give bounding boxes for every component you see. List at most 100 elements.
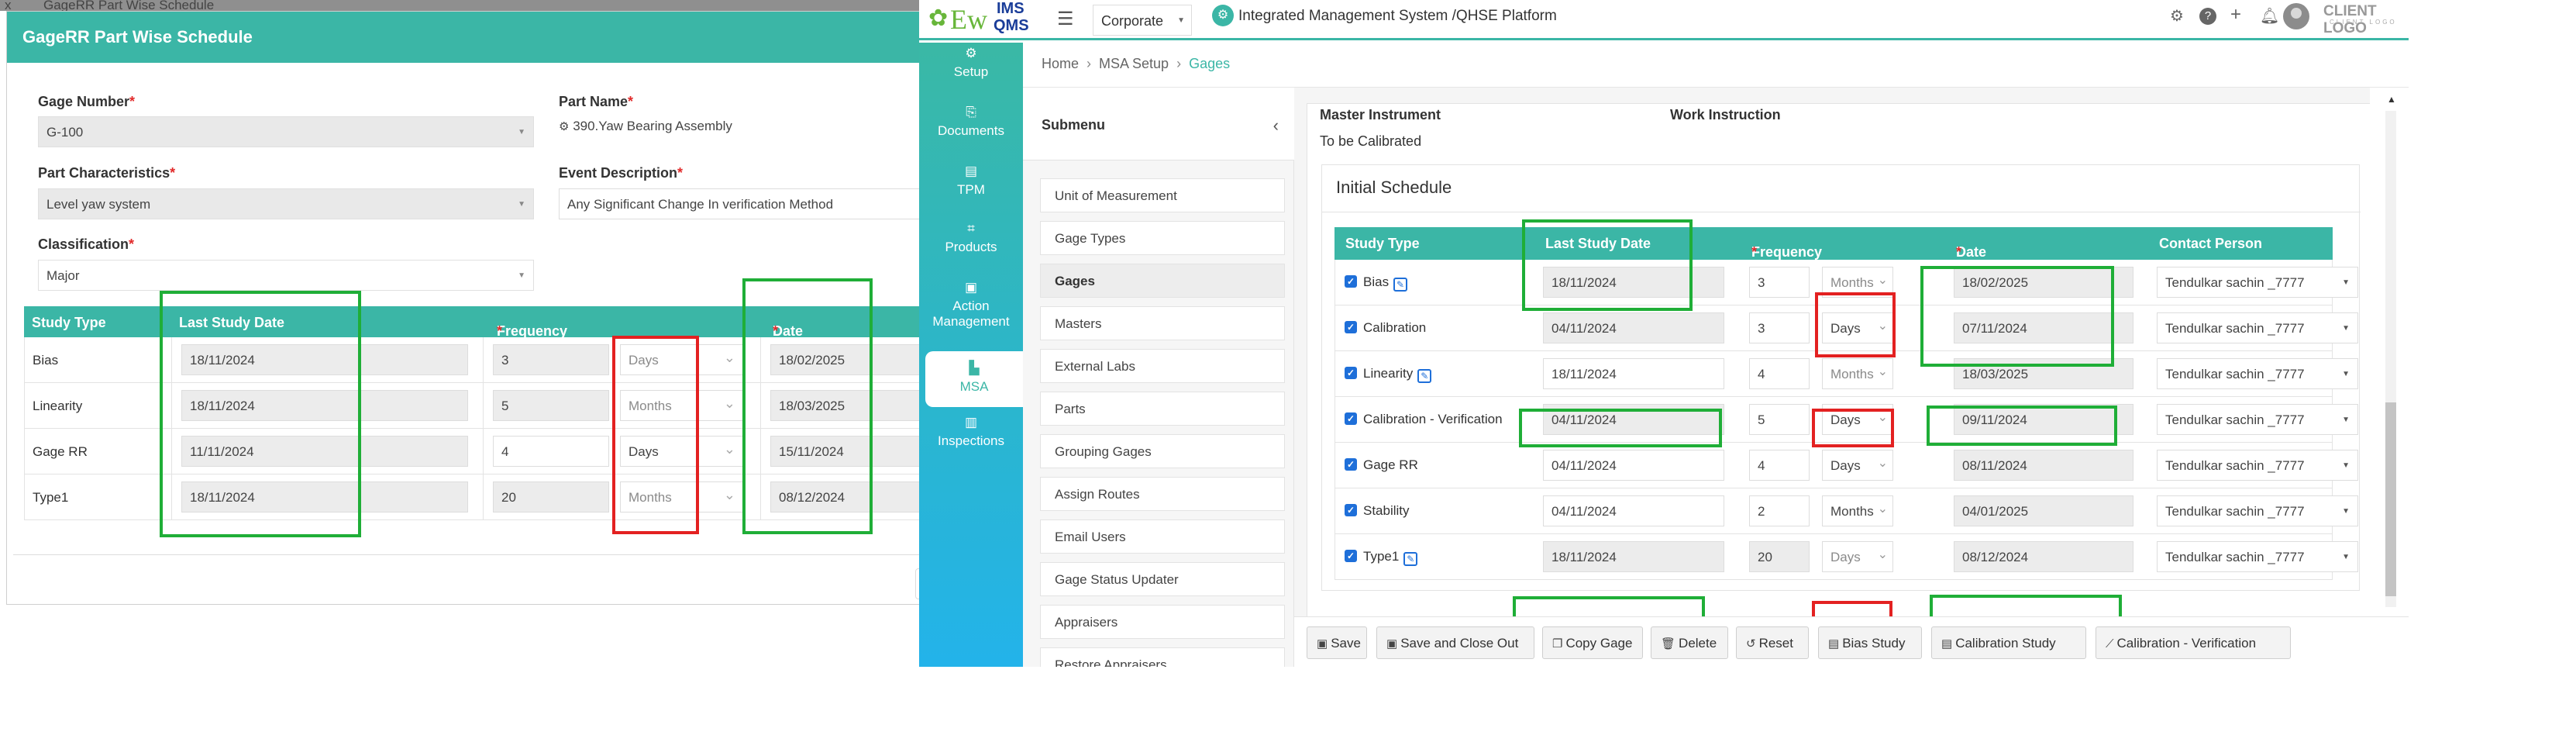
- sidebar-item-products[interactable]: ⌗ Products: [919, 221, 1023, 277]
- submenu-item-external-labs[interactable]: External Labs: [1040, 349, 1285, 383]
- calibration-verification-button[interactable]: ⟋ Calibration - Verification: [2096, 626, 2291, 659]
- classification-select[interactable]: Major ▼: [38, 260, 534, 291]
- contact-person-select[interactable]: Tendulkar sachin _7777 ▼: [2157, 267, 2358, 298]
- submenu-item-assign-routes[interactable]: Assign Routes: [1040, 477, 1285, 511]
- submenu-item-restore-appraisers[interactable]: Restore Appraisers: [1040, 647, 1285, 667]
- submenu-item-gage-types[interactable]: Gage Types: [1040, 221, 1285, 255]
- bias-study-button[interactable]: ▤ Bias Study: [1818, 626, 1922, 659]
- calibration-study-button[interactable]: ▤ Calibration Study: [1931, 626, 2086, 659]
- checkbox[interactable]: ✓: [1345, 458, 1357, 471]
- company-select[interactable]: Corporate ▼: [1093, 5, 1192, 36]
- gear-icon[interactable]: ⚙: [2170, 6, 2184, 26]
- frequency-input[interactable]: 4: [1749, 450, 1810, 481]
- logo-ew: Ew: [950, 4, 987, 35]
- part-characteristics-select[interactable]: Level yaw system ▼: [38, 188, 534, 219]
- initial-schedule-section: Initial Schedule Study Type Last Study D…: [1321, 164, 2361, 652]
- frequency-input[interactable]: 3: [493, 344, 609, 375]
- study-type: Bias ✎: [1363, 274, 1408, 292]
- frequency-input[interactable]: 3: [1749, 267, 1810, 298]
- submenu-item-gages[interactable]: Gages: [1040, 264, 1285, 298]
- delete-button[interactable]: 🗑︎ Delete: [1651, 626, 1728, 659]
- frequency-input[interactable]: 2: [1749, 495, 1810, 526]
- study-type: Type1: [33, 490, 69, 505]
- contact-person-select[interactable]: Tendulkar sachin _7777 ▼: [2157, 450, 2358, 481]
- last-study-date-input[interactable]: 18/11/2024: [1543, 358, 1724, 389]
- submenu-item-unit-of-measurement[interactable]: Unit of Measurement: [1040, 178, 1285, 212]
- reset-button[interactable]: ↺ Reset: [1736, 626, 1809, 659]
- last-study-date-input[interactable]: 18/11/2024: [1543, 541, 1724, 572]
- frequency-unit-select[interactable]: Days ⌄: [1822, 450, 1893, 481]
- action-icon: ▣: [964, 280, 978, 295]
- scrollbar-thumb[interactable]: [2385, 402, 2396, 596]
- frequency-input[interactable]: 5: [493, 390, 609, 421]
- last-study-date-input[interactable]: 04/11/2024: [1543, 495, 1724, 526]
- frequency-input[interactable]: 20: [1749, 541, 1810, 572]
- sidebar-item-action-management[interactable]: ▣ Action Management: [919, 280, 1023, 357]
- frequency-unit-select[interactable]: Months ⌄: [1822, 358, 1893, 389]
- frequency-input[interactable]: 4: [493, 436, 609, 467]
- edit-icon[interactable]: ✎: [1417, 369, 1432, 383]
- chevron-down-icon: ⌄: [1877, 548, 1888, 561]
- checkbox[interactable]: ✓: [1345, 321, 1357, 333]
- gagerr-part-wise-schedule-modal: GageRR Part Wise Schedule Gage Number* G…: [6, 11, 949, 605]
- sidebar-item-inspections[interactable]: ▥ Inspections: [919, 415, 1023, 471]
- edit-icon[interactable]: ✎: [1393, 278, 1408, 292]
- logo-qms: QMS: [994, 17, 1029, 34]
- date-input[interactable]: 08/12/2024: [1954, 541, 2133, 572]
- save-button[interactable]: ▣ Save: [1307, 626, 1367, 659]
- ewqms-logo[interactable]: ✿ Ew IMS QMS: [927, 0, 1035, 37]
- submenu-item-email-users[interactable]: Email Users: [1040, 519, 1285, 554]
- breadcrumb-home[interactable]: Home: [1042, 56, 1079, 71]
- submenu-item-gage-status-updater[interactable]: Gage Status Updater: [1040, 562, 1285, 596]
- checkbox[interactable]: ✓: [1345, 367, 1357, 379]
- contact-person-select[interactable]: Tendulkar sachin _7777 ▼: [2157, 358, 2358, 389]
- gears-icon: ⚙: [965, 46, 977, 60]
- chevron-down-icon: ▼: [2342, 553, 2350, 561]
- breadcrumb-msa-setup[interactable]: MSA Setup: [1099, 56, 1169, 71]
- contact-person-select[interactable]: Tendulkar sachin _7777 ▼: [2157, 312, 2358, 343]
- sidebar-item-setup[interactable]: ⚙ Setup: [919, 46, 1023, 102]
- checkbox[interactable]: ✓: [1345, 275, 1357, 288]
- chevron-left-icon[interactable]: ‹: [1273, 116, 1279, 136]
- frequency-unit-select[interactable]: Months ⌄: [1822, 495, 1893, 526]
- sidebar-item-documents[interactable]: ⎘ Documents: [919, 105, 1023, 160]
- checkbox[interactable]: ✓: [1345, 504, 1357, 516]
- frequency-unit-select[interactable]: Days ⌄: [1822, 541, 1893, 572]
- gage-number-select[interactable]: G-100 ▼: [38, 116, 534, 147]
- platform-title: Integrated Management System /QHSE Platf…: [1238, 8, 1557, 24]
- last-study-date-input[interactable]: 04/11/2024: [1543, 312, 1724, 343]
- submenu-item-appraisers[interactable]: Appraisers: [1040, 605, 1285, 639]
- hamburger-menu-icon[interactable]: ☰: [1057, 8, 1074, 30]
- frequency-input[interactable]: 4: [1749, 358, 1810, 389]
- sidebar-item-tpm[interactable]: ▤ TPM: [919, 164, 1023, 219]
- sidebar-item-msa[interactable]: ▙ MSA: [925, 351, 1023, 407]
- event-description-input[interactable]: Any Significant Change In verification M…: [559, 188, 946, 219]
- contact-person-select[interactable]: Tendulkar sachin _7777 ▼: [2157, 541, 2358, 572]
- bell-icon[interactable]: 🔔︎: [2260, 6, 2279, 26]
- submenu-item-masters[interactable]: Masters: [1040, 306, 1285, 340]
- chevron-down-icon: ▼: [2342, 507, 2350, 516]
- frequency-input[interactable]: 20: [493, 481, 609, 512]
- save-and-close-button[interactable]: ▣ Save and Close Out: [1376, 626, 1534, 659]
- checkbox[interactable]: ✓: [1345, 412, 1357, 425]
- plus-icon[interactable]: +: [2230, 4, 2241, 26]
- copy-gage-button[interactable]: ❐ Copy Gage: [1542, 626, 1643, 659]
- edit-icon[interactable]: ✎: [1403, 552, 1418, 566]
- frequency-input[interactable]: 5: [1749, 404, 1810, 435]
- contact-person-select[interactable]: Tendulkar sachin _7777 ▼: [2157, 404, 2358, 435]
- highlight-frequency-unit: [612, 336, 699, 534]
- frequency-input[interactable]: 3: [1749, 312, 1810, 343]
- last-study-date-input[interactable]: 04/11/2024: [1543, 450, 1724, 481]
- submenu-item-grouping-gages[interactable]: Grouping Gages: [1040, 434, 1285, 468]
- highlight-date: [1927, 406, 2117, 446]
- date-input[interactable]: 04/01/2025: [1954, 495, 2133, 526]
- scrollbar[interactable]: ▲: [2370, 88, 2409, 616]
- scroll-up-icon[interactable]: ▲: [2387, 94, 2396, 105]
- date-input[interactable]: 08/11/2024: [1954, 450, 2133, 481]
- checkbox[interactable]: ✓: [1345, 550, 1357, 562]
- contact-person-select[interactable]: Tendulkar sachin _7777 ▼: [2157, 495, 2358, 526]
- chevron-down-icon: ▼: [518, 128, 525, 136]
- avatar[interactable]: [2283, 3, 2309, 29]
- submenu-item-parts[interactable]: Parts: [1040, 392, 1285, 426]
- help-icon[interactable]: ?: [2199, 8, 2216, 25]
